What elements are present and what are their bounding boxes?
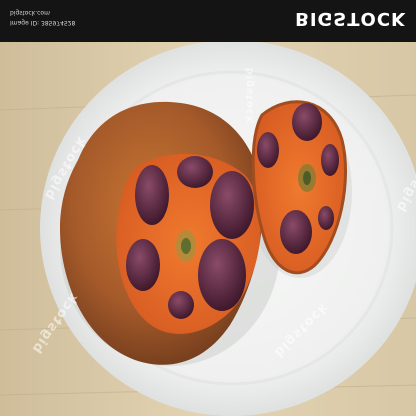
watermark-text: bigstock [244,67,256,124]
product-photo [0,0,416,416]
watermark-header-bar: Image ID: 385974528 bigstock.com BIGSTOC… [0,0,416,42]
brand-logo: BIGSTOCK [295,8,406,29]
image-meta: Image ID: 385974528 bigstock.com [10,7,75,27]
site-url: bigstock.com [10,9,50,16]
image-id: Image ID: 385974528 [10,19,76,26]
